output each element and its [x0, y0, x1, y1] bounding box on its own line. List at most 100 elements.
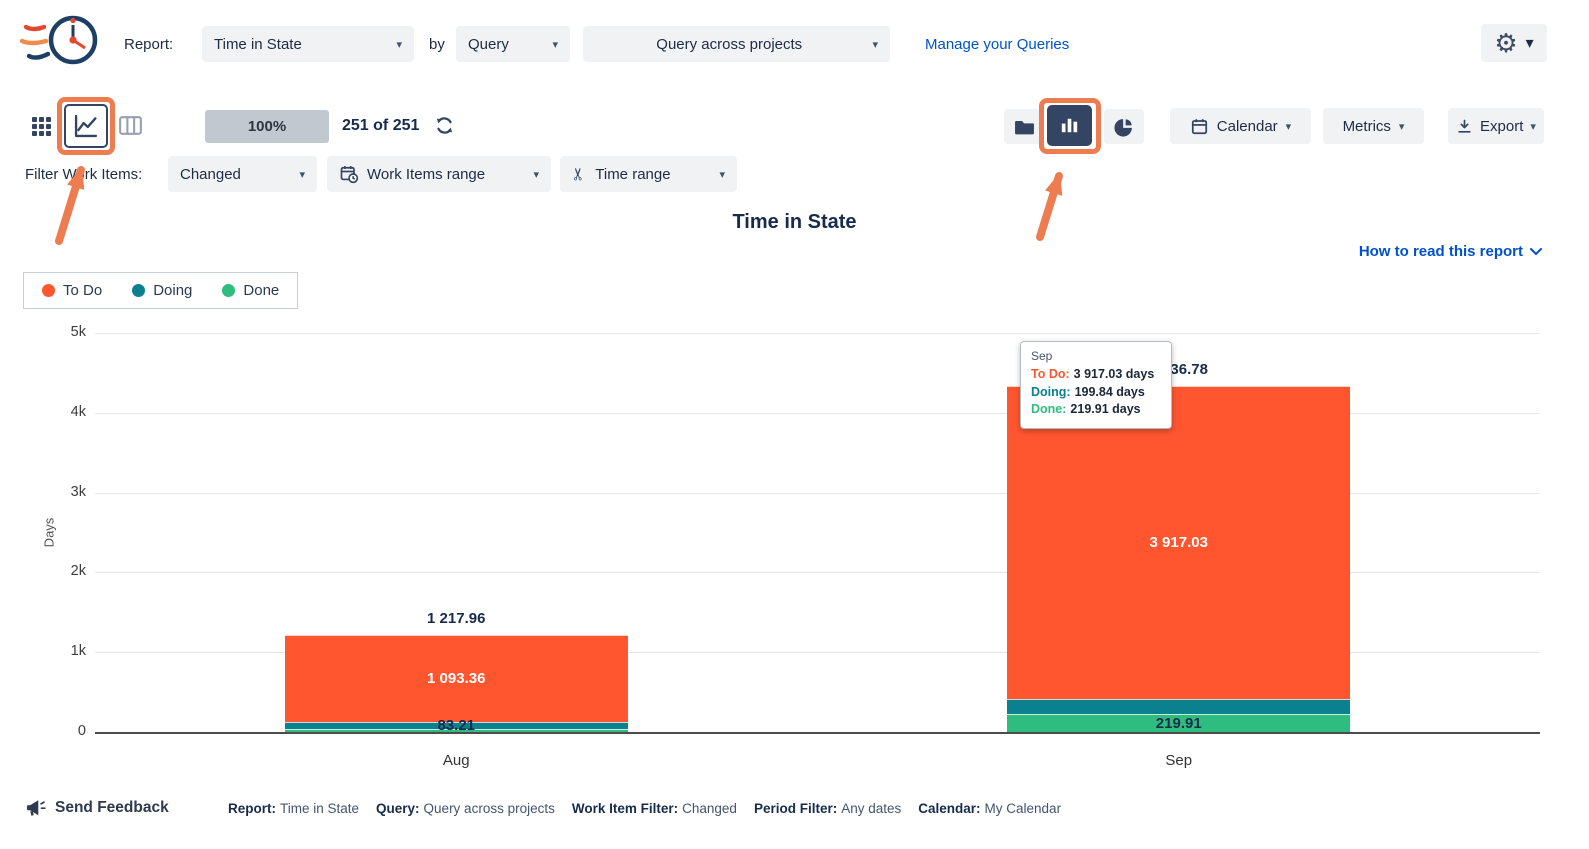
table-columns-icon: [117, 113, 144, 138]
megaphone-icon: [25, 797, 47, 819]
y-tick-label: 3k: [26, 484, 86, 500]
pie-chart-view-button[interactable]: [1104, 109, 1144, 144]
tooltip-title: Sep: [1031, 349, 1161, 363]
export-button-label: Export: [1480, 118, 1523, 135]
segment-value-label: 3 917.03: [1150, 534, 1208, 551]
group-by-dropdown[interactable]: Query ▾: [456, 26, 570, 62]
metrics-button-label: Metrics: [1343, 118, 1391, 135]
filter-work-items-label: Filter Work Items:: [25, 166, 142, 183]
settings-button[interactable]: ⚙ ▾: [1481, 24, 1547, 62]
line-chart-icon: [72, 112, 100, 140]
segment-value-label: 83.21: [437, 717, 475, 734]
x-axis-label: Sep: [1119, 752, 1239, 769]
query-dropdown[interactable]: Query across projects ▾: [583, 26, 890, 62]
y-axis: 01k2k3k4k5k: [0, 333, 86, 732]
tooltip-row: To Do:3 917.03 days: [1031, 366, 1161, 384]
chart-tooltip: Sep To Do:3 917.03 daysDoing:199.84 days…: [1020, 341, 1172, 429]
footer-summary-value: Changed: [682, 801, 737, 816]
legend-item-to-do[interactable]: To Do: [42, 282, 102, 299]
segment-value-label: 219.91: [1156, 715, 1202, 732]
y-tick-label: 2k: [26, 563, 86, 579]
segment-value-label: 1 093.36: [427, 670, 485, 687]
legend-label: To Do: [63, 282, 102, 299]
y-tick-label: 1k: [26, 643, 86, 659]
report-type-value: Time in State: [214, 36, 302, 53]
legend-dot-done: [222, 284, 235, 297]
how-to-read-link[interactable]: How to read this report: [1359, 243, 1542, 260]
chart-area: Days 01k2k3k4k5k 83.211 093.361 217.96Au…: [0, 320, 1589, 795]
y-tick-label: 0: [26, 723, 86, 739]
metrics-dropdown[interactable]: Metrics ▾: [1323, 108, 1424, 144]
footer-summary-item: Calendar:My Calendar: [918, 801, 1061, 816]
chevron-down-icon: ▾: [872, 38, 878, 51]
footer-summary-label: Period Filter:: [754, 801, 837, 816]
bar-segment-to-do[interactable]: 1 093.36: [285, 635, 628, 722]
gear-icon: ⚙: [1494, 30, 1517, 56]
send-feedback-button[interactable]: Send Feedback: [25, 797, 169, 819]
tooltip-series-value: 3 917.03 days: [1074, 366, 1155, 384]
bar-segment-doing[interactable]: [1007, 699, 1350, 715]
report-title: Time in State: [0, 211, 1589, 234]
footer-summary: Report:Time in State Query:Query across p…: [228, 801, 1061, 816]
send-feedback-label: Send Feedback: [55, 799, 169, 817]
grid-icon: [29, 114, 53, 138]
legend-dot-doing: [132, 284, 145, 297]
bar-segment-done[interactable]: 219.91: [1007, 714, 1350, 732]
calendar-icon: [1190, 117, 1209, 136]
legend-label: Doing: [153, 282, 192, 299]
app-logo: [18, 10, 102, 79]
footer-summary-item: Report:Time in State: [228, 801, 359, 816]
work-items-range-dropdown[interactable]: Work Items range ▾: [327, 156, 551, 192]
table-view-button[interactable]: [116, 112, 144, 138]
how-to-read-label: How to read this report: [1359, 243, 1523, 260]
manage-queries-link[interactable]: Manage your Queries: [925, 36, 1069, 53]
legend-item-doing[interactable]: Doing: [132, 282, 192, 299]
folder-icon: [1014, 118, 1035, 136]
grid-view-button[interactable]: [28, 113, 54, 139]
chevron-down-icon: ▾: [299, 168, 305, 181]
bar-chart-icon: [1058, 114, 1081, 137]
work-item-filter-dropdown[interactable]: Changed ▾: [168, 156, 317, 192]
bar-chart-view-button[interactable]: [1047, 105, 1092, 146]
zoom-level-button[interactable]: 100%: [205, 110, 329, 143]
tooltip-series-label: Done:: [1031, 401, 1066, 419]
tooltip-series-label: Doing:: [1031, 384, 1071, 402]
calendar-clock-icon: [339, 164, 359, 184]
tooltip-series-value: 199.84 days: [1075, 384, 1145, 402]
saved-reports-button[interactable]: [1004, 109, 1044, 144]
chart-view-button[interactable]: [64, 104, 108, 148]
bar-aug[interactable]: 83.21 1 093.36 1 217.96: [285, 333, 628, 732]
tooltip-row: Done:219.91 days: [1031, 401, 1161, 419]
chevron-down-icon: [1530, 248, 1542, 256]
chart-legend: To Do Doing Done: [23, 272, 298, 309]
refresh-icon: [434, 115, 455, 136]
time-range-value: Time range: [595, 166, 670, 183]
bar-segment-doing[interactable]: 83.21: [285, 722, 628, 729]
footer-summary-label: Work Item Filter:: [572, 801, 678, 816]
legend-label: Done: [243, 282, 279, 299]
chevron-down-icon: ▾: [1399, 120, 1405, 133]
chevron-down-icon: ▾: [1286, 120, 1292, 133]
refresh-button[interactable]: [433, 114, 455, 136]
bar-segment-to-do[interactable]: 3 917.03: [1007, 386, 1350, 699]
report-type-dropdown[interactable]: Time in State ▾: [202, 26, 414, 62]
plot-area: 83.211 093.361 217.96Aug219.913 917.034 …: [95, 333, 1540, 732]
work-items-range-value: Work Items range: [367, 166, 485, 183]
query-value: Query across projects: [595, 36, 863, 53]
x-axis-line: [95, 732, 1540, 734]
export-dropdown[interactable]: Export ▾: [1448, 108, 1544, 144]
scissors-icon: ✂: [569, 167, 589, 181]
by-label: by: [429, 36, 445, 53]
calendar-dropdown[interactable]: Calendar ▾: [1170, 108, 1311, 144]
time-range-dropdown[interactable]: ✂ Time range ▾: [560, 156, 737, 192]
chevron-down-icon: ▾: [396, 38, 402, 51]
pie-chart-icon: [1114, 117, 1134, 137]
footer-summary-item: Query:Query across projects: [376, 801, 555, 816]
chevron-down-icon: ▾: [719, 168, 725, 181]
footer-summary-item: Work Item Filter: Changed: [572, 801, 737, 816]
footer-summary-label: Report:: [228, 801, 276, 816]
y-tick-label: 4k: [26, 404, 86, 420]
bar-total-label: 1 217.96: [285, 610, 628, 627]
download-icon: [1456, 118, 1473, 135]
legend-item-done[interactable]: Done: [222, 282, 279, 299]
